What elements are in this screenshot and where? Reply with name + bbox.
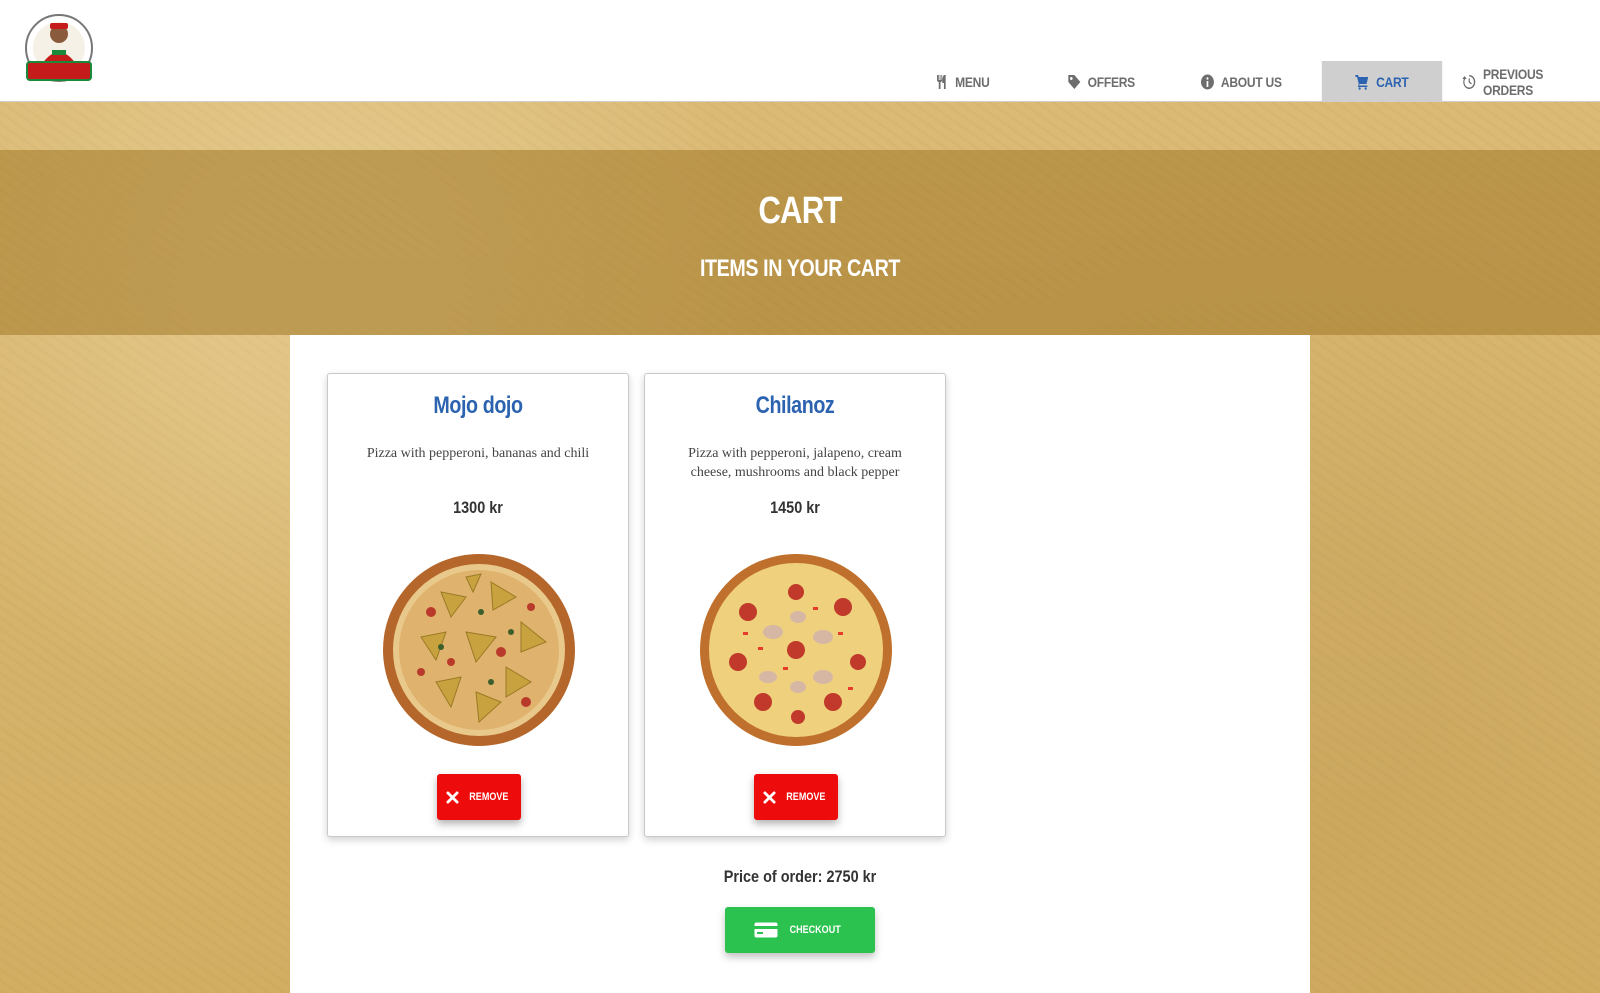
nav-cart-label: CART [1376,73,1409,90]
info-circle-icon [1200,74,1214,89]
tag-icon [1067,74,1080,89]
page-subtitle: ITEMS IN YOUR CART [699,255,901,282]
page-banner: CART ITEMS IN YOUR CART [0,150,1600,335]
nav-previous-orders-label: PREVIOUS ORDERS [1483,65,1544,98]
cart-item-price: 1450 kr [770,498,820,517]
checkout-button-label: CHECKOUT [789,924,841,936]
top-header: MENU OFFERS ABOUT US CART PREVIOUS ORDER… [0,0,1600,102]
cart-item-description: Pizza with pepperoni, jalapeno, cream ch… [688,446,902,480]
papa-bless-logo[interactable] [20,12,98,90]
credit-card-icon [754,922,778,938]
nav-offers[interactable]: OFFERS [1042,61,1161,102]
main-navigation: MENU OFFERS ABOUT US CART PREVIOUS ORDER… [892,61,1600,102]
close-icon [763,790,776,804]
cart-panel: Mojo dojo Pizza with pepperoni, bananas … [290,335,1310,993]
cart-item-name: Chilanoz [755,392,835,419]
close-icon [446,790,459,804]
nav-menu-label: MENU [955,73,990,90]
utensils-icon [937,74,946,89]
checkout-button[interactable]: CHECKOUT [725,907,875,953]
shopping-cart-icon [1355,74,1369,90]
order-total: Price of order: 2750 kr [723,867,877,886]
nav-about-us[interactable]: ABOUT US [1180,61,1302,102]
remove-button[interactable]: REMOVE [437,774,521,820]
nav-previous-orders[interactable]: PREVIOUS ORDERS [1462,61,1589,102]
history-icon [1462,74,1476,89]
cart-item-description: Pizza with pepperoni, bananas and chili [366,446,590,461]
nav-cart[interactable]: CART [1321,61,1443,102]
remove-button-label: REMOVE [468,791,509,803]
cart-item-name: Mojo dojo [433,392,523,419]
remove-button[interactable]: REMOVE [754,774,838,820]
page-title: CART [758,190,842,232]
nav-menu[interactable]: MENU [902,61,1022,102]
cart-item-card: Mojo dojo Pizza with pepperoni, bananas … [327,373,629,837]
pizza-image [383,554,575,746]
pizza-image [700,554,892,746]
remove-button-label: REMOVE [785,791,826,803]
nav-offers-label: OFFERS [1087,73,1136,90]
nav-about-us-label: ABOUT US [1220,73,1282,90]
cart-item-card: Chilanoz Pizza with pepperoni, jalapeno,… [644,373,946,837]
cart-item-price: 1300 kr [453,498,503,517]
